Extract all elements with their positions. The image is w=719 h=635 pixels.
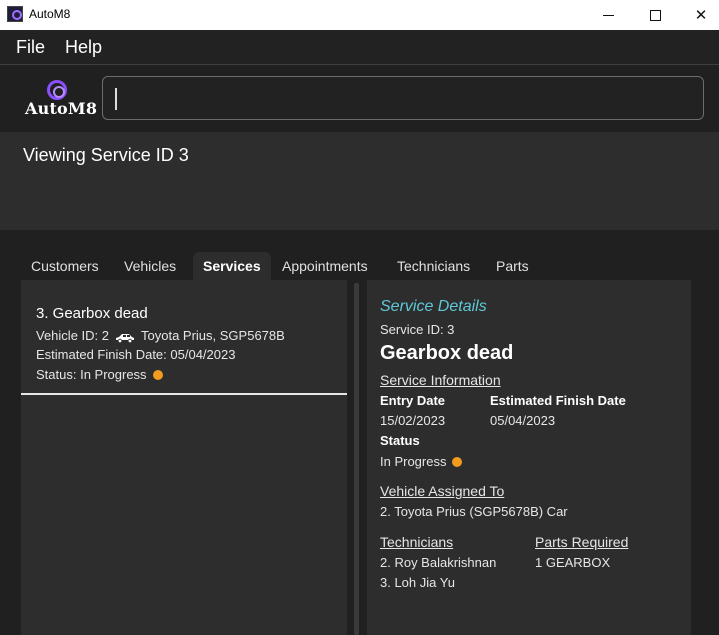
tab-customers[interactable]: Customers: [21, 252, 109, 280]
service-status: Status: In Progress: [36, 367, 163, 382]
vehicle-section: Vehicle Assigned To: [380, 483, 505, 499]
service-vehicle: Vehicle ID: 2 Toyota Prius, SGP5678B: [36, 328, 285, 343]
status-dot-icon: [452, 456, 463, 467]
part-item: 1 GEARBOX: [535, 555, 611, 570]
result-text: Viewing Service ID 3: [23, 145, 189, 165]
status-value: In Progress: [380, 454, 447, 469]
menu-bar: File Help: [0, 30, 719, 65]
command-input[interactable]: [103, 77, 703, 119]
service-info-section: Service Information: [380, 372, 501, 388]
service-list: 3. Gearbox dead Vehicle ID: 2 Toyota Pri…: [21, 280, 347, 635]
maximize-button[interactable]: [632, 0, 678, 30]
title-bar: AutoM8 ✕: [0, 0, 719, 30]
vehicle-id: Vehicle ID: 2: [36, 328, 109, 343]
details-service-name: Gearbox dead: [380, 342, 514, 364]
app-icon: [7, 6, 23, 22]
tab-vehicles[interactable]: Vehicles: [114, 252, 186, 280]
logo-text: AutoM8: [25, 99, 98, 118]
technician-item: 3. Loh Jia Yu: [380, 575, 455, 590]
text-caret: [115, 88, 117, 110]
close-button[interactable]: ✕: [678, 0, 719, 30]
minimize-icon: [602, 14, 614, 16]
entry-date-value: 15/02/2023: [380, 413, 446, 428]
vehicle-value: 2. Toyota Prius (SGP5678B) Car: [380, 504, 568, 519]
service-details-panel: Service Details Service ID: 3 Gearbox de…: [367, 280, 691, 635]
status-value-row: In Progress: [380, 454, 463, 469]
details-service-id: Service ID: 3: [380, 322, 455, 337]
service-title: 3. Gearbox dead: [36, 305, 148, 322]
car-icon: [115, 331, 135, 343]
entry-date-label: Entry Date: [380, 393, 446, 408]
tab-technicians[interactable]: Technicians: [387, 252, 480, 280]
tab-bar: Customers Vehicles Services Appointments…: [0, 250, 719, 280]
status-text: Status: In Progress: [36, 367, 147, 382]
list-item[interactable]: 3. Gearbox dead Vehicle ID: 2 Toyota Pri…: [21, 280, 347, 395]
wheel-icon: [47, 80, 67, 100]
close-icon: ✕: [694, 6, 708, 24]
result-display: Viewing Service ID 3: [0, 132, 719, 230]
status-dot-icon: [152, 369, 163, 380]
splitter-handle[interactable]: [354, 283, 359, 635]
service-finish-date: Estimated Finish Date: 05/04/2023: [36, 347, 236, 362]
tab-services[interactable]: Services: [193, 252, 271, 280]
parts-section: Parts Required: [535, 534, 629, 550]
minimize-button[interactable]: [585, 0, 631, 30]
logo: AutoM8: [25, 80, 97, 120]
details-heading: Service Details: [380, 298, 487, 315]
tab-appointments[interactable]: Appointments: [272, 252, 378, 280]
menu-file[interactable]: File: [16, 37, 45, 58]
window-title: AutoM8: [29, 7, 71, 21]
tab-parts[interactable]: Parts: [486, 252, 539, 280]
technicians-section: Technicians: [380, 534, 454, 550]
header: AutoM8: [0, 66, 719, 132]
vehicle-desc: Toyota Prius, SGP5678B: [141, 328, 285, 343]
status-label: Status: [380, 433, 420, 448]
finish-date-value: 05/04/2023: [490, 413, 556, 428]
technician-item: 2. Roy Balakrishnan: [380, 555, 497, 570]
finish-date-label: Estimated Finish Date: [490, 393, 626, 408]
command-box[interactable]: [102, 76, 704, 120]
menu-help[interactable]: Help: [65, 37, 102, 58]
maximize-icon: [649, 9, 661, 21]
